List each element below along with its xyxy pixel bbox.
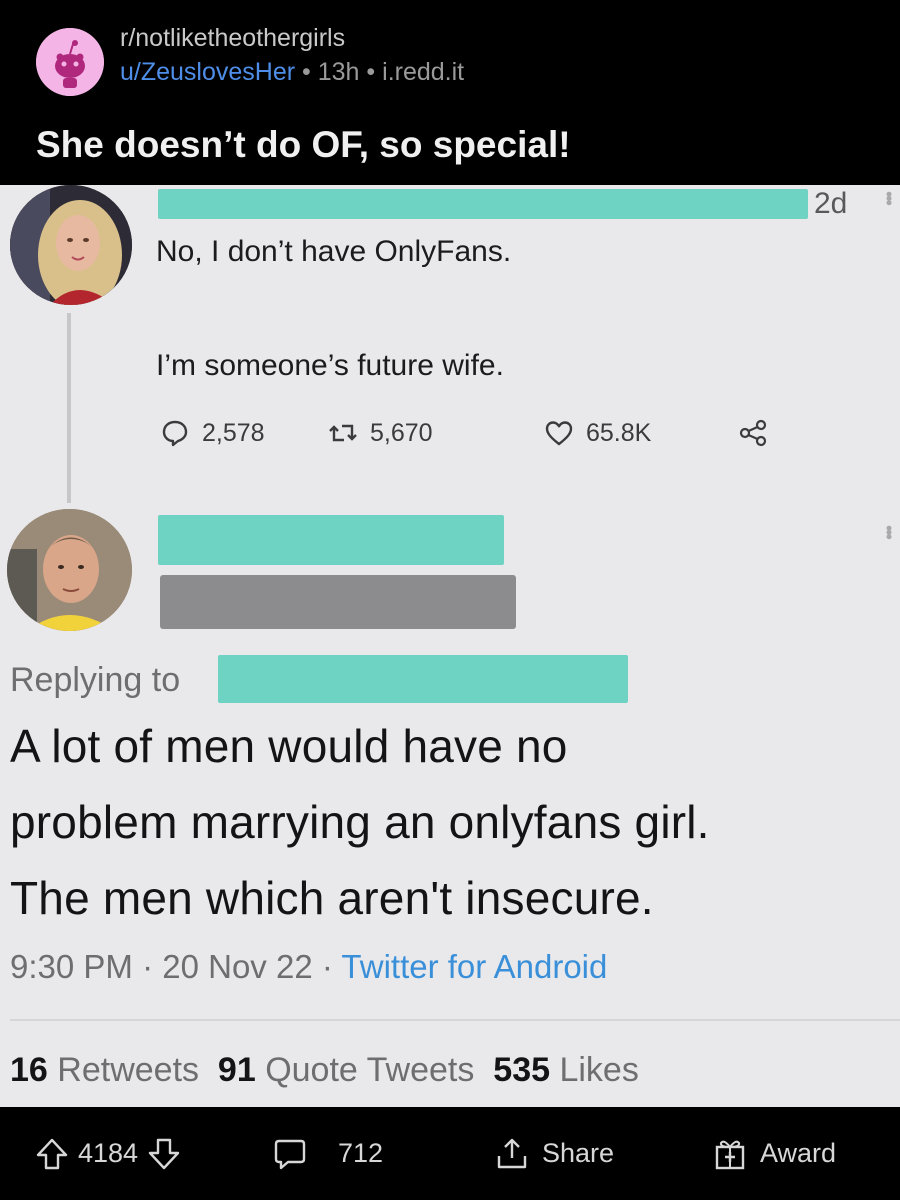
reply-button[interactable]: 2,578 (160, 416, 265, 450)
profile-avatar (10, 185, 132, 305)
award-label: Award (760, 1138, 837, 1168)
like-button[interactable]: 65.8K (544, 416, 651, 450)
upvote-count: 4184 (78, 1138, 139, 1168)
share-button[interactable]: Share (494, 1107, 614, 1200)
retweet-icon (329, 424, 357, 442)
comment-icon (274, 1139, 306, 1169)
profile-avatar (7, 509, 132, 631)
tweet-text-line: I’m someone’s future wife. (156, 349, 504, 382)
tweet-timestamp: 9:30 PM · 20 Nov 22 · Twitter for Androi… (10, 948, 607, 986)
share-icon (497, 1138, 527, 1168)
upvote-icon[interactable] (34, 1136, 70, 1172)
post-header: r/notliketheothergirls u/ZeuslovesHer • … (0, 0, 900, 185)
tweet-text-line: A lot of men would have no (10, 720, 568, 772)
likes-count: 535 (493, 1051, 551, 1089)
replying-to-label: Replying to (10, 661, 181, 699)
tweet-text-line: problem marrying an onlyfans girl. (10, 796, 710, 848)
share-label: Share (542, 1138, 615, 1168)
tweet-time: 2d (814, 187, 848, 220)
tweet-source[interactable]: Twitter for Android (341, 948, 607, 985)
heart-icon (545, 421, 573, 446)
reply-count: 2,578 (202, 418, 265, 447)
subreddit-icon[interactable] (36, 28, 104, 96)
more-options-icon[interactable]: ••• (878, 191, 899, 204)
likes-label[interactable]: Likes (559, 1051, 638, 1089)
meta-separator: • (366, 58, 376, 86)
redacted-username (158, 189, 808, 219)
share-nodes-icon (739, 419, 767, 447)
share-tweet-button[interactable] (738, 416, 768, 450)
post-title[interactable]: She doesn’t do OF, so special! (36, 124, 571, 166)
gift-icon (715, 1140, 745, 1169)
divider (10, 1019, 900, 1021)
post-action-bar: 4184 712 Share Award (0, 1107, 900, 1200)
reply-icon (162, 420, 188, 447)
retweets-count: 16 (10, 1051, 48, 1089)
quotes-count: 91 (217, 1051, 256, 1089)
tweet-text-line: No, I don’t have OnlyFans. (156, 235, 512, 268)
post-author[interactable]: u/ZeuslovesHer (120, 58, 295, 86)
tweet-text-line: The men which aren't insecure. (10, 872, 654, 924)
comment-count: 712 (338, 1138, 384, 1168)
separator-dot: · (132, 948, 163, 985)
vote-group: 4184 (34, 1107, 182, 1200)
separator-dot: · (312, 948, 342, 985)
award-button[interactable]: Award (712, 1107, 836, 1200)
retweet-count: 5,670 (370, 418, 433, 447)
subreddit-name[interactable]: r/notliketheothergirls (120, 24, 345, 53)
redacted-handle (160, 575, 516, 629)
comments-button[interactable]: 712 (272, 1107, 383, 1200)
quotes-label[interactable]: Quote Tweets (265, 1051, 474, 1089)
retweets-label[interactable]: Retweets (57, 1051, 199, 1089)
like-count: 65.8K (586, 418, 652, 447)
tweet-time: 9:30 PM (10, 948, 133, 985)
tweet-stats: 16 Retweets 91 Quote Tweets 535 Likes (10, 1051, 639, 1090)
thread-line (67, 313, 71, 503)
post-domain[interactable]: i.redd.it (382, 58, 464, 86)
tweet-date: 20 Nov 22 (162, 948, 313, 985)
more-options-icon[interactable]: ••• (878, 525, 899, 538)
meta-separator: • (302, 58, 311, 86)
downvote-icon[interactable] (146, 1136, 182, 1172)
redacted-reply-handle (218, 655, 628, 703)
redacted-display-name (158, 515, 504, 565)
retweet-button[interactable]: 5,670 (328, 416, 433, 450)
post-meta: u/ZeuslovesHer • 13h • i.redd.it (120, 58, 464, 87)
post-image[interactable]: 2d ••• No, I don’t have OnlyFans. I’m so… (0, 185, 900, 1107)
post-age: 13h (317, 58, 360, 86)
